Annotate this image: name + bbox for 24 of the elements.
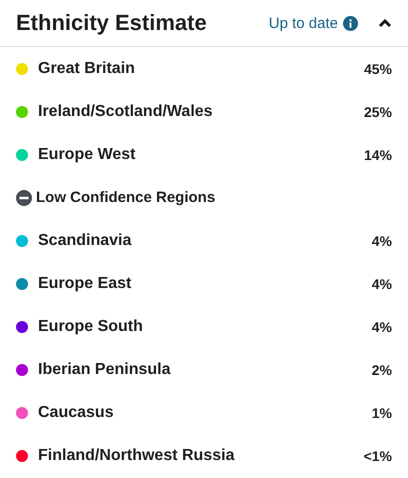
region-name[interactable]: Ireland/Scotland/Wales [38, 102, 364, 120]
region-percent: 25% [364, 104, 392, 120]
minus-icon[interactable] [16, 190, 32, 206]
region-name[interactable]: Europe East [38, 274, 372, 292]
region-percent: 4% [372, 232, 392, 248]
collapse-icon[interactable] [378, 18, 392, 28]
region-percent: 2% [372, 362, 392, 378]
panel-title: Ethnicity Estimate [16, 10, 208, 36]
region-percent: 45% [364, 60, 392, 76]
region-name[interactable]: Scandinavia [38, 232, 372, 250]
region-percent: 4% [372, 318, 392, 334]
region-name[interactable]: Finland/Northwest Russia [38, 446, 364, 464]
status-link[interactable]: Up to date [268, 14, 338, 32]
region-percent: 4% [372, 276, 392, 292]
region-name[interactable]: Caucasus [38, 404, 372, 422]
group-name[interactable]: Low Confidence Regions [36, 189, 216, 206]
region-name[interactable]: Europe West [38, 146, 364, 164]
region-percent: <1% [364, 448, 392, 464]
region-percent: 1% [372, 404, 392, 420]
region-name[interactable]: Europe South [38, 318, 372, 336]
region-name[interactable]: Iberian Peninsula [38, 360, 372, 378]
region-name[interactable]: Great Britain [38, 60, 364, 78]
info-icon[interactable] [343, 16, 358, 30]
region-percent: 14% [364, 146, 392, 162]
